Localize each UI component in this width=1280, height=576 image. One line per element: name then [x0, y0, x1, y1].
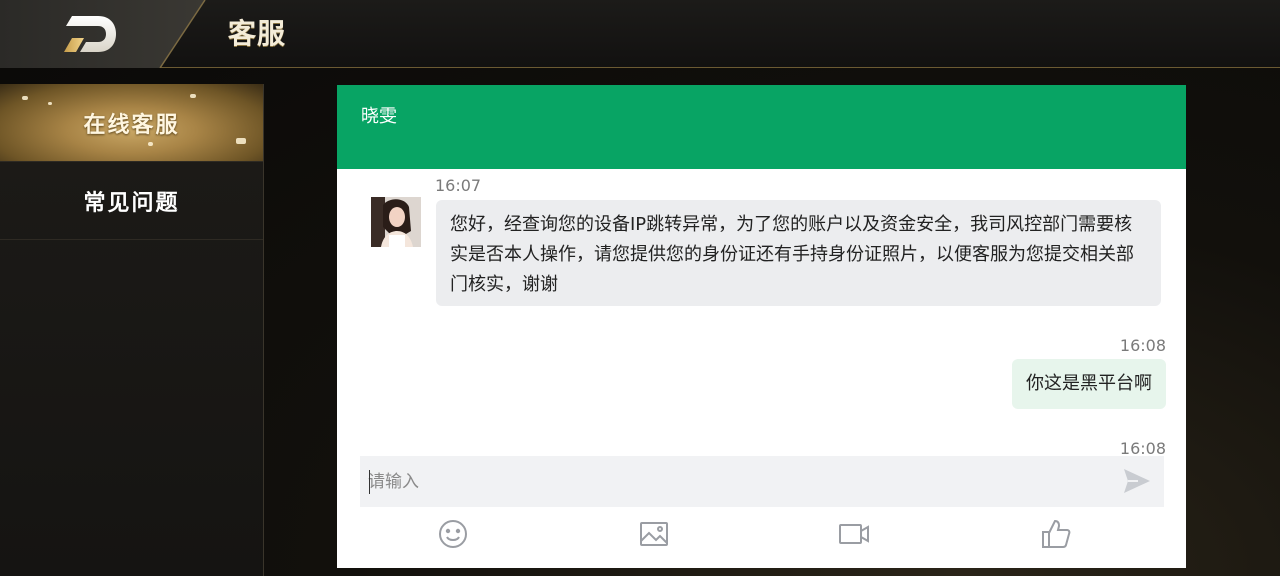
sidebar-item-label: 常见问题	[83, 190, 180, 216]
chat-header: 晓雯	[337, 85, 1186, 169]
sparkle-decoration	[190, 94, 196, 98]
chat-toolbar	[337, 513, 1186, 557]
video-icon[interactable]	[837, 517, 871, 551]
incoming-message-bubble: 您好，经查询您的设备IP跳转异常，为了您的账户以及资金安全，我司风控部门需要核实…	[436, 200, 1161, 306]
back-logo-icon[interactable]	[58, 12, 120, 56]
outgoing-message-bubble: 你这是黑平台啊	[1012, 359, 1166, 409]
customer-service-page: 客服 在线客服 常见问题 晓雯 16:07 您好，经查询您的设备IP跳转异常，为…	[0, 0, 1280, 576]
sparkle-decoration	[148, 142, 153, 146]
image-icon[interactable]	[637, 517, 671, 551]
sparkle-decoration	[22, 96, 28, 100]
message-input[interactable]	[360, 456, 1100, 507]
thumbs-up-icon[interactable]	[1039, 517, 1073, 551]
message-time: 16:07	[435, 176, 482, 195]
chat-panel: 晓雯 16:07 您好，经查询您的设备IP跳转异常，为了您的账户以及资金安全，我…	[337, 85, 1186, 568]
message-time: 16:08	[1119, 336, 1166, 355]
top-bar: 客服	[0, 0, 1280, 68]
tab-edge-highlight	[159, 0, 206, 68]
agent-avatar	[371, 197, 421, 247]
text-caret	[369, 470, 370, 494]
sidebar-item-faq[interactable]: 常见问题	[0, 162, 263, 240]
message-list[interactable]: 16:07 您好，经查询您的设备IP跳转异常，为了您的账户以及资金安全，我司风控…	[337, 169, 1186, 459]
sparkle-decoration	[48, 102, 52, 105]
agent-name: 晓雯	[361, 106, 397, 127]
sidebar-item-label: 在线客服	[83, 112, 180, 138]
sidebar-item-online-service[interactable]: 在线客服	[0, 84, 263, 162]
message-composer	[360, 456, 1164, 507]
page-title: 客服	[228, 17, 287, 50]
emoji-icon[interactable]	[436, 517, 470, 551]
send-icon[interactable]	[1122, 466, 1152, 496]
sparkle-decoration	[236, 138, 246, 144]
sidebar: 在线客服 常见问题	[0, 84, 264, 576]
